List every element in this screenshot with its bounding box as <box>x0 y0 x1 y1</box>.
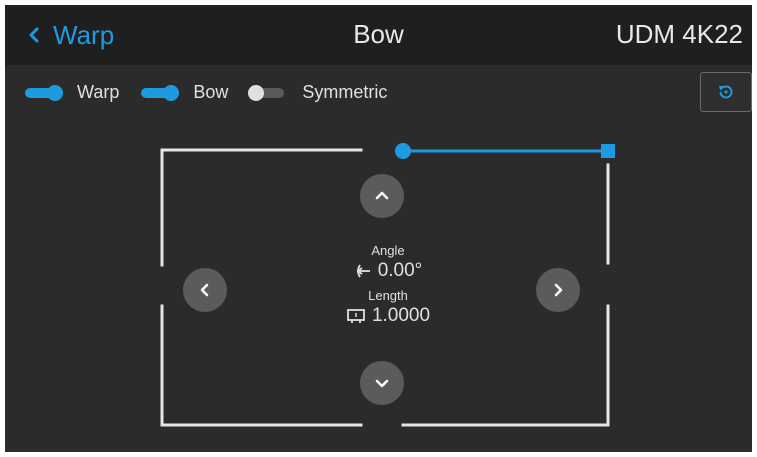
angle-icon <box>356 264 370 278</box>
bow-up-button[interactable] <box>360 174 404 218</box>
chevron-up-icon <box>375 191 389 200</box>
bow-right-button[interactable] <box>536 268 580 312</box>
bow-start-handle <box>395 143 411 159</box>
chevron-down-icon <box>375 379 389 388</box>
chevron-left-icon <box>200 283 209 297</box>
bow-screen: Warp Bow UDM 4K22 Warp Bow Symmetric Ang… <box>5 5 752 452</box>
length-label: Length <box>368 288 408 303</box>
bow-down-button[interactable] <box>360 361 404 405</box>
chevron-right-icon <box>554 283 563 297</box>
angle-label: Angle <box>371 243 405 258</box>
length-icon <box>347 309 365 323</box>
bow-left-button[interactable] <box>183 268 227 312</box>
length-value: 1.0000 <box>371 305 431 326</box>
bow-readout: Angle 0.00° Length 1.0000 <box>288 243 488 327</box>
bow-end-handle <box>601 144 615 158</box>
angle-value: 0.00° <box>377 260 423 281</box>
